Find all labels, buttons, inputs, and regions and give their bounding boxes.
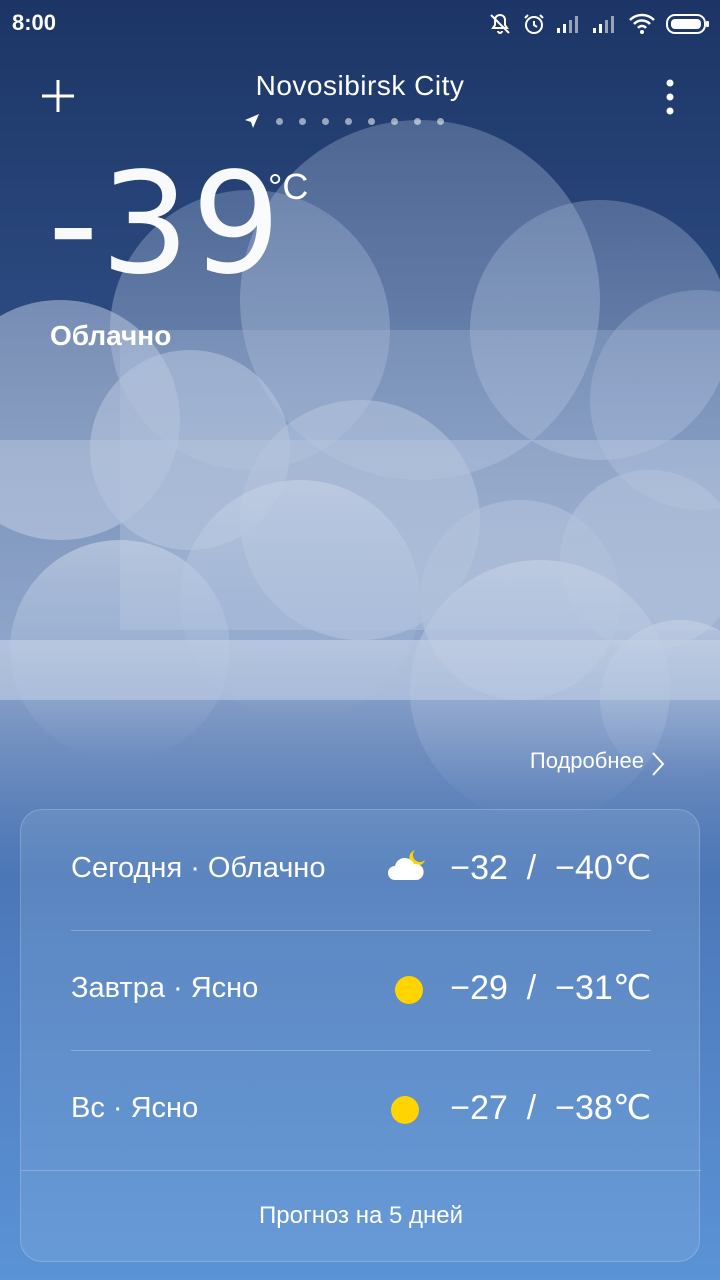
more-details-link[interactable]: Подробнее [530,748,644,774]
status-icons [488,10,710,38]
five-day-forecast-button[interactable]: Прогноз на 5 дней [21,1170,701,1262]
forecast-day-label: Вс · Ясно [71,1092,199,1124]
weather-screen: 8:00 Novosibirsk City -39 °C Облачно Под… [0,0,720,1280]
page-dot [391,117,398,125]
forecast-temps: −29 / −31℃ [450,969,651,1007]
page-dot [345,117,352,125]
plus-icon [42,80,74,112]
status-time: 8:00 [12,10,57,35]
more-vertical-icon [666,79,674,115]
forecast-day-label: Сегодня · Облачно [71,852,326,884]
status-bar: 8:00 [0,0,720,48]
sun-icon [395,976,423,1004]
page-dot [368,117,375,125]
page-dot [299,117,306,125]
alarm-icon [524,14,544,34]
forecast-row-sunday[interactable]: Вс · Ясно −27 / −38℃ [71,1050,651,1170]
current-temperature: -39 [48,143,283,306]
page-dot [437,117,444,125]
page-dot [322,117,329,125]
page-indicator [244,112,444,130]
add-city-button[interactable] [34,72,82,120]
page-dot [414,117,421,125]
city-name: Novosibirsk City [255,70,465,101]
more-details-label: Подробнее [529,748,644,773]
signal-icon [593,16,614,33]
forecast-day-label: Завтра · Ясно [71,972,259,1004]
wifi-icon [629,13,655,34]
forecast-row-tomorrow[interactable]: Завтра · Ясно −29 / −31℃ [71,930,651,1050]
page-dot [276,117,283,125]
temperature-unit: °C [268,166,309,207]
notifications-off-icon [490,13,510,34]
forecast-row-today[interactable]: Сегодня · Облачно −32 / −40℃ [71,810,651,930]
chevron-right-icon[interactable] [650,750,666,778]
location-arrow-icon [245,114,259,128]
forecast-temps: −32 / −40℃ [450,849,651,887]
forecast-temps: −27 / −38℃ [450,1089,651,1127]
current-condition: Облачно [50,320,172,351]
cloud-moon-icon [388,850,425,880]
signal-icon [557,16,578,33]
battery-icon [666,14,709,34]
forecast-card: Сегодня · Облачно −32 / −40℃ Завтра · Яс… [20,809,701,1262]
sun-icon [391,1096,419,1124]
more-options-button[interactable] [650,72,690,122]
